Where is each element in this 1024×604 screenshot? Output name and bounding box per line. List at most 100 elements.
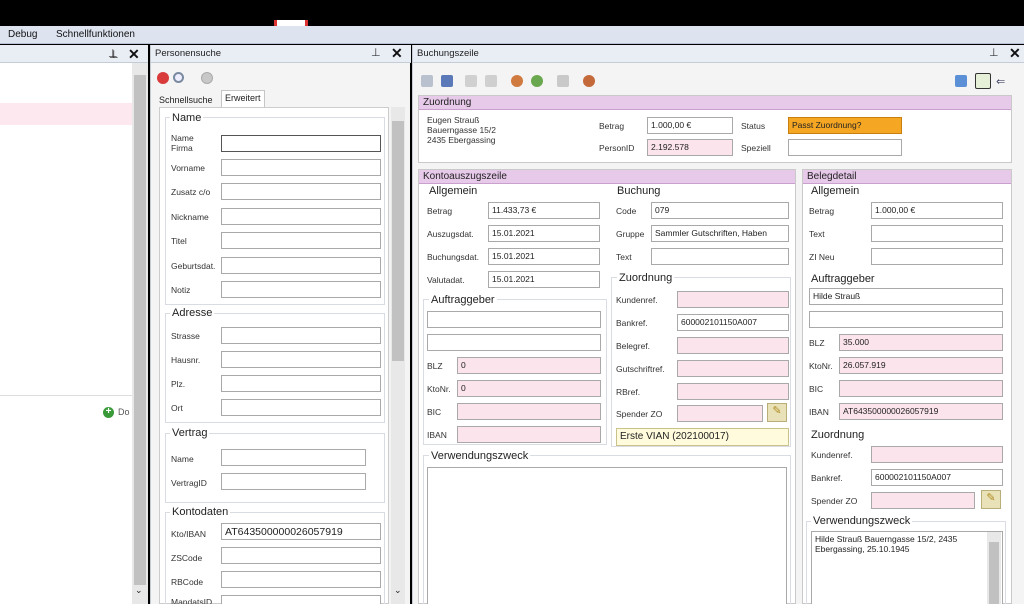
- kz-auftraggeber-name-2[interactable]: [427, 334, 601, 351]
- bd-auftraggeber-name-input[interactable]: Hilde Strauß: [809, 288, 1003, 305]
- tab-schnellsuche[interactable]: Schnellsuche: [156, 93, 216, 107]
- bd-ktonr-input[interactable]: 26.057.919: [839, 357, 1003, 374]
- zuordnung-status-label: Status: [741, 121, 766, 131]
- zuordnung-personid-label: PersonID: [599, 143, 635, 153]
- arrow-left-icon[interactable]: ⇐: [996, 75, 1005, 88]
- left-scroll-down-icon[interactable]: ⌄: [135, 585, 143, 596]
- kz-spender-input[interactable]: [677, 405, 763, 422]
- bd-spender-input[interactable]: [871, 492, 975, 509]
- bd-blz-input[interactable]: 35.000: [839, 334, 1003, 351]
- kz-gutschriftref-input[interactable]: [677, 360, 789, 377]
- left-close-icon[interactable]: ✕: [128, 46, 140, 63]
- bd-verwendungszweck-scrollbar-thumb[interactable]: [989, 542, 999, 604]
- bd-text-input[interactable]: [871, 225, 1003, 242]
- zusatz-input[interactable]: [221, 183, 381, 200]
- add-icon[interactable]: +: [103, 407, 114, 418]
- kz-auftraggeber-name-1[interactable]: [427, 311, 601, 328]
- strasse-input[interactable]: [221, 327, 381, 344]
- bd-verwendungszweck-textarea[interactable]: Hilde Strauß Bauerngasse 15/2, 2435 Eber…: [811, 531, 1003, 604]
- zuordnung-speziell-label: Speziell: [741, 143, 771, 153]
- tab-erweitert[interactable]: Erweitert: [221, 90, 265, 108]
- save-icon[interactable]: [421, 75, 433, 87]
- vorname-input[interactable]: [221, 159, 381, 176]
- kz-code-input[interactable]: 079: [651, 202, 789, 219]
- kz-text-input[interactable]: [651, 248, 789, 265]
- vertrag-name-input[interactable]: [221, 449, 366, 466]
- plz-input[interactable]: [221, 375, 381, 392]
- left-pin-icon[interactable]: ⊥: [109, 48, 119, 61]
- left-list-header: [0, 103, 132, 125]
- kz-blz-input[interactable]: 0: [457, 357, 601, 374]
- personensuche-pin-icon[interactable]: ⊥: [371, 46, 381, 59]
- hausnr-input[interactable]: [221, 351, 381, 368]
- ort-input[interactable]: [221, 399, 381, 416]
- mandatsid-input[interactable]: [221, 595, 381, 604]
- bd-kundenref-input[interactable]: [871, 446, 1003, 463]
- stop-icon[interactable]: [157, 72, 169, 84]
- bd-bic-input[interactable]: [839, 380, 1003, 397]
- kz-bankref-input[interactable]: 600002101150A007: [677, 314, 789, 331]
- kz-betrag-input[interactable]: 11.433,73 €: [488, 202, 600, 219]
- geburtsdat-input[interactable]: [221, 257, 381, 274]
- clear-icon[interactable]: [201, 72, 213, 84]
- person-icon[interactable]: [511, 75, 523, 87]
- zuordnung-speziell-input[interactable]: [788, 139, 902, 156]
- zscode-input[interactable]: [221, 547, 381, 564]
- rbcode-input[interactable]: [221, 571, 381, 588]
- kz-kundenref-input[interactable]: [677, 291, 789, 308]
- kz-betrag-label: Betrag: [427, 206, 453, 216]
- bd-blz-label: BLZ: [809, 338, 825, 348]
- zuordnung-personid-input[interactable]: 2.192.578: [647, 139, 733, 156]
- checklist-icon[interactable]: [975, 73, 991, 89]
- kz-rbref-input[interactable]: [677, 383, 789, 400]
- bd-bankref-input[interactable]: 600002101150A007: [871, 469, 1003, 486]
- kz-verwendungszweck-textarea[interactable]: [427, 467, 787, 604]
- kz-allgemein-title: Allgemein: [429, 185, 478, 197]
- menu-bar: Debug Schnellfunktionen: [0, 26, 1024, 44]
- name-firma-input[interactable]: [221, 135, 381, 152]
- bd-iban-input[interactable]: AT643500000026057919: [839, 403, 1003, 420]
- monitor-icon[interactable]: [955, 75, 967, 87]
- kz-ktonr-label: KtoNr.: [427, 384, 451, 394]
- bd-spender-edit-icon[interactable]: ✎: [981, 490, 1001, 509]
- vertragid-input[interactable]: [221, 473, 366, 490]
- zuordnung-status-field[interactable]: Passt Zuordnung?: [788, 117, 902, 134]
- attach-icon[interactable]: [465, 75, 477, 87]
- kz-auszugsdat-input[interactable]: 15.01.2021: [488, 225, 600, 242]
- person-add-icon[interactable]: [531, 75, 543, 87]
- save-all-icon[interactable]: [441, 75, 453, 87]
- buchungszeile-pin-icon[interactable]: ⊥: [989, 46, 999, 59]
- zuordnung-betrag-input[interactable]: 1.000,00 €: [647, 117, 733, 134]
- kz-valutadat-input[interactable]: 15.01.2021: [488, 271, 600, 288]
- nickname-input[interactable]: [221, 208, 381, 225]
- menu-schnellfunktionen[interactable]: Schnellfunktionen: [56, 29, 135, 40]
- attach-remove-icon[interactable]: [485, 75, 497, 87]
- kz-bic-input[interactable]: [457, 403, 601, 420]
- buchungszeile-close-icon[interactable]: ✕: [1009, 45, 1021, 62]
- titel-input[interactable]: [221, 232, 381, 249]
- kz-ktonr-input[interactable]: 0: [457, 380, 601, 397]
- person-search-icon[interactable]: [583, 75, 595, 87]
- kto-iban-input[interactable]: AT643500000026057919: [221, 523, 381, 540]
- left-scrollbar-thumb[interactable]: [134, 75, 146, 585]
- kz-buchungsdat-input[interactable]: 15.01.2021: [488, 248, 600, 265]
- kz-erste-vian-field[interactable]: Erste VIAN (202100017): [616, 428, 789, 446]
- document-icon[interactable]: [557, 75, 569, 87]
- kontodaten-group-title: Kontodaten: [170, 506, 231, 518]
- add-label[interactable]: Do: [118, 407, 130, 417]
- menu-debug[interactable]: Debug: [8, 29, 37, 40]
- kz-gruppe-input[interactable]: Sammler Gutschriften, Haben: [651, 225, 789, 242]
- search-icon[interactable]: [173, 72, 184, 83]
- bd-betrag-input[interactable]: 1.000,00 €: [871, 202, 1003, 219]
- notiz-input[interactable]: [221, 281, 381, 298]
- kz-auftraggeber-title: Auftraggeber: [429, 294, 497, 306]
- personensuche-scroll-down-icon[interactable]: ⌄: [394, 585, 402, 596]
- personensuche-scrollbar-thumb[interactable]: [392, 121, 404, 361]
- kz-spender-edit-icon[interactable]: ✎: [767, 403, 787, 422]
- kz-belegref-input[interactable]: [677, 337, 789, 354]
- zuordnung-address-line-3: 2435 Ebergassing: [427, 135, 496, 145]
- personensuche-close-icon[interactable]: ✕: [391, 45, 403, 62]
- bd-zi-neu-input[interactable]: [871, 248, 1003, 265]
- bd-auftraggeber-name-2-input[interactable]: [809, 311, 1003, 328]
- kz-iban-input[interactable]: [457, 426, 601, 443]
